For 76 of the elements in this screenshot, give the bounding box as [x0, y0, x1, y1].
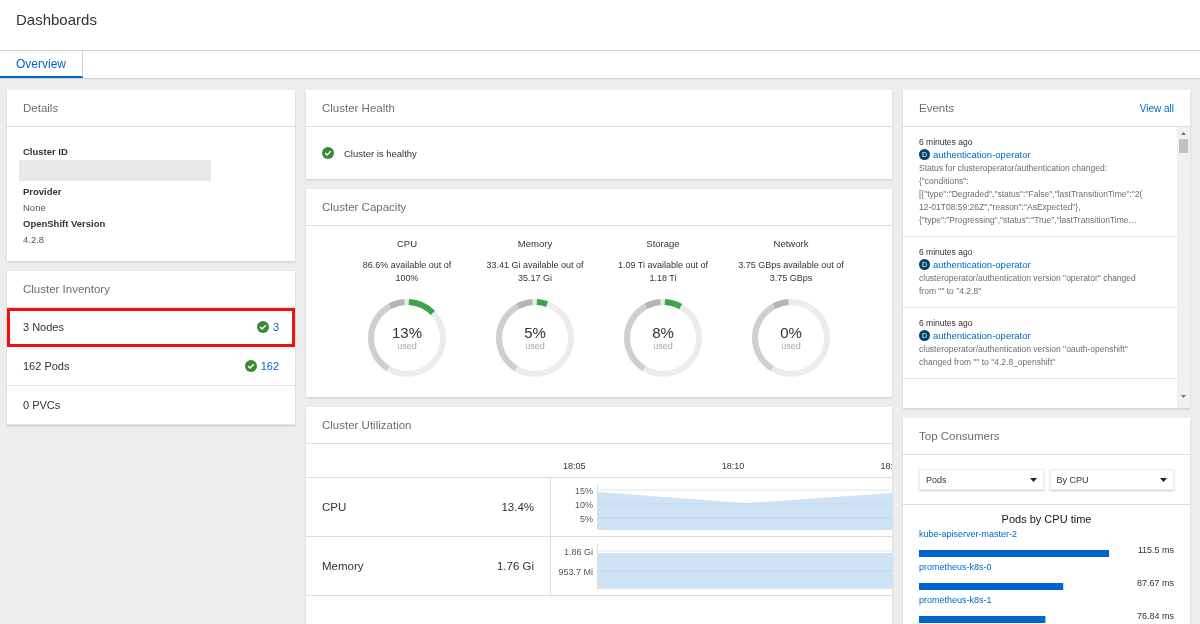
gauge-summary: 1.09 Ti available out of 1.18 Ti: [616, 259, 710, 285]
gauge-percent: 13%: [392, 325, 422, 341]
event-source-link[interactable]: authentication-operator: [933, 330, 1031, 341]
inventory-row[interactable]: 0 PVCs: [7, 386, 295, 425]
scrollbar[interactable]: [1177, 127, 1190, 408]
axis-tick-label: 1.86 Gi: [563, 547, 593, 557]
count-link[interactable]: 162: [260, 360, 279, 372]
card-title: Cluster Health: [322, 102, 395, 114]
time-label: 18:05: [563, 461, 586, 471]
metric-value: 13.4%: [501, 501, 534, 513]
gauge-unit: used: [653, 341, 673, 351]
gauge-name: Network: [773, 238, 809, 249]
dropdown[interactable]: Pods: [919, 469, 1044, 490]
event-source-link[interactable]: authentication-operator: [933, 259, 1031, 270]
gauge-unit: used: [525, 341, 545, 351]
tab[interactable]: Overview: [0, 51, 83, 78]
gauge-percent: 5%: [524, 325, 546, 341]
gauge-percent: 8%: [652, 325, 674, 341]
caret-icon: [1029, 477, 1037, 482]
highlighted-inventory-row[interactable]: 3 Nodes 3: [7, 308, 295, 347]
event-time: 6 minutes ago: [919, 318, 974, 328]
time-label: 18:: [880, 461, 892, 471]
page-title: Dashboards: [16, 11, 97, 28]
event-message: clusteroperator/authentication version "oauth-openshift" changed from "" to "4.2.8_openshift": [919, 343, 1129, 369]
time-label: 18:10: [721, 461, 745, 471]
check-circle-icon: [244, 360, 257, 372]
card-title: Top Consumers: [919, 430, 1000, 442]
gauge-name: Storage: [646, 238, 680, 249]
gauge-summary: 3.75 GBps available out of 3.75 GBps: [737, 259, 845, 285]
axis-tick-label: 15%: [575, 486, 593, 496]
field-value: None: [23, 202, 47, 213]
pod-link[interactable]: prometheus-k8s-0: [919, 562, 1174, 573]
gauge-name: CPU: [396, 238, 418, 249]
card-title: Details: [23, 102, 59, 114]
axis-tick-label: 953.7 Mi: [558, 567, 593, 577]
field-label: Provider: [23, 186, 63, 197]
inventory-label: 162 Pods: [23, 360, 70, 372]
gauge-summary: 33.41 Gi available out of 35.17 Gi: [485, 259, 585, 285]
event-time: 6 minutes ago: [919, 137, 974, 147]
check-circle-icon: [256, 321, 269, 333]
field-value: 4.2.8: [23, 234, 46, 245]
event-message: Status for clusteroperator/authentication changed: {"conditions": [{"type":"Degraded","status":"False","lastTransitionTime":"2( 12-01T08:59:26Z","reason":"AsExpected"}, {"type":"Progressing","status":"True","lastTransitionTime…: [919, 162, 1144, 227]
event-message: clusteroperator/authentication version "operator" changed from "" to "4.2.8": [919, 272, 1137, 298]
caret-icon: [1160, 477, 1167, 482]
event-source-link[interactable]: authentication-operator: [933, 149, 1031, 160]
check-circle-icon: [322, 147, 334, 159]
gauge-percent: 0%: [780, 325, 802, 341]
inventory-label: 3 Nodes: [23, 321, 64, 333]
axis-tick-label: 5%: [580, 514, 593, 524]
card-title: Cluster Utilization: [322, 419, 412, 431]
pod-link[interactable]: kube-apiserver-master-2: [919, 529, 1174, 540]
metric-name: CPU: [322, 501, 347, 513]
event-time: 6 minutes ago: [919, 247, 974, 257]
inventory-row[interactable]: 162 Pods 162: [7, 347, 295, 386]
card-title: Cluster Inventory: [23, 283, 110, 295]
count-link[interactable]: 3: [272, 321, 279, 333]
field-label: Cluster ID: [23, 146, 69, 157]
bar-value-label: 76.84 ms: [1136, 611, 1174, 621]
gauge-summary: 86.6% available out of 100%: [361, 259, 453, 285]
gauge-unit: used: [781, 341, 801, 351]
metric-name: Memory: [322, 560, 364, 572]
axis-tick-label: 10%: [575, 500, 593, 510]
metric-value: 1.76 Gi: [496, 560, 534, 572]
dropdown[interactable]: By CPU: [1049, 469, 1174, 490]
card-title: Events: [919, 102, 955, 114]
bar-value-label: 115.5 ms: [1137, 545, 1174, 555]
pod-link[interactable]: prometheus-k8s-1: [919, 595, 1174, 606]
health-message: Cluster is healthy: [344, 147, 417, 159]
gauge-name: Memory: [517, 238, 553, 249]
field-label: OpenShift Version: [23, 218, 107, 229]
card-title: Cluster Capacity: [322, 201, 407, 213]
inventory-label: 0 PVCs: [23, 399, 61, 411]
bar-value-label: 87.67 ms: [1136, 578, 1174, 588]
gauge-unit: used: [397, 341, 417, 351]
view-all-link[interactable]: View all: [1139, 102, 1174, 114]
chart-title: Pods by CPU time: [1000, 513, 1093, 525]
